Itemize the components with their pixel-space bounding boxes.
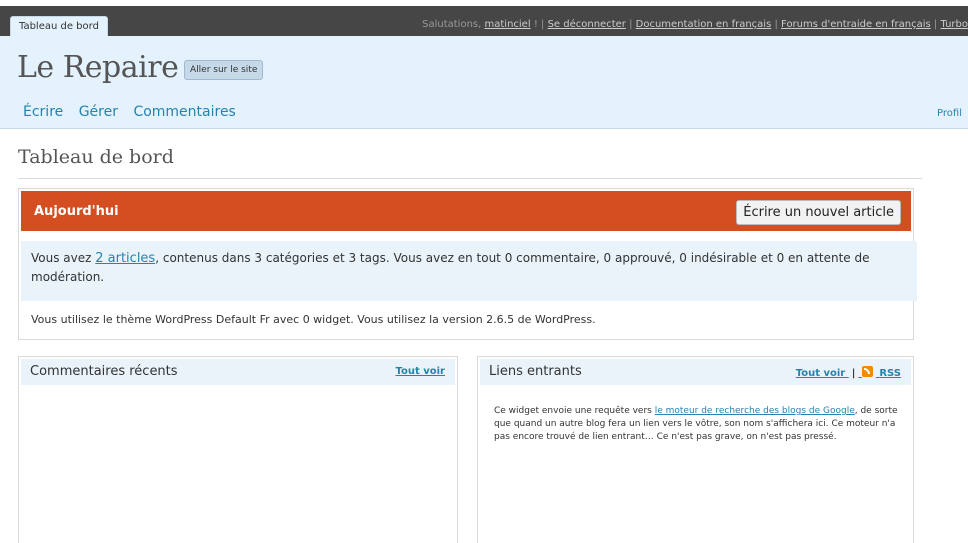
separator: | <box>541 19 545 30</box>
greeting-bang: ! <box>533 19 538 30</box>
greeting-text: Salutations, <box>422 19 482 30</box>
site-title: Le Repaire <box>17 50 179 85</box>
version-info: Vous utilisez le thème WordPress Default… <box>31 313 596 326</box>
divider <box>18 178 922 179</box>
nav-item-comments[interactable]: Commentaires <box>133 104 235 120</box>
new-article-button[interactable]: Écrire un nouvel article <box>736 200 901 225</box>
docs-link[interactable]: Documentation en français <box>636 19 772 30</box>
visit-site-button[interactable]: Aller sur le site <box>184 60 264 80</box>
recent-comments-panel: Commentaires récents Tout voir <box>18 356 458 543</box>
user-links: Salutations, matinciel ! | Se déconnecte… <box>422 19 968 30</box>
separator: | <box>851 368 856 379</box>
today-header: Aujourd'hui Écrire un nouvel article <box>21 191 911 231</box>
view-all-comments-link[interactable]: Tout voir <box>396 366 446 377</box>
dashboard-tab[interactable]: Tableau de bord <box>10 16 108 36</box>
google-blogsearch-link[interactable]: le moteur de recherche des blogs de Goog… <box>655 406 855 416</box>
stats-prefix: Vous avez <box>31 251 96 265</box>
articles-link[interactable]: 2 articles <box>95 251 155 266</box>
separator: | <box>933 19 938 30</box>
nav-item-manage[interactable]: Gérer <box>79 104 118 120</box>
view-all-links-link[interactable]: Tout voir <box>796 368 846 379</box>
page-title: Tableau de bord <box>18 146 174 168</box>
today-box: Aujourd'hui Écrire un nouvel article Vou… <box>18 188 917 340</box>
profile-link[interactable]: Profil <box>937 108 962 119</box>
panel-header: Liens entrants Tout voir | RSS <box>480 359 911 385</box>
main-nav: Écrire Gérer Commentaires <box>23 104 247 120</box>
username-link[interactable]: matinciel <box>485 19 531 30</box>
stats-suffix: , contenus dans 3 catégories et 3 tags. … <box>31 251 870 284</box>
forums-link[interactable]: Forums d'entraide en français <box>781 19 931 30</box>
site-header: Le Repaire Aller sur le site Écrire Gére… <box>0 36 968 129</box>
incoming-links-panel: Liens entrants Tout voir | RSS Ce widget… <box>477 356 914 543</box>
panel-header: Commentaires récents Tout voir <box>21 359 455 385</box>
logout-link[interactable]: Se déconnecter <box>548 19 626 30</box>
recent-comments-title: Commentaires récents <box>30 364 178 379</box>
incoming-links-text: Ce widget envoie une requête vers le mot… <box>494 405 904 444</box>
nav-item-write[interactable]: Écrire <box>23 104 63 120</box>
today-title: Aujourd'hui <box>34 204 119 219</box>
rss-link[interactable]: RSS <box>879 368 901 379</box>
incoming-prefix: Ce widget envoie une requête vers <box>494 406 655 416</box>
separator: | <box>774 19 778 30</box>
admin-topbar: Tableau de bord Salutations, matinciel !… <box>0 0 968 36</box>
stats-summary: Vous avez 2 articles, contenus dans 3 ca… <box>21 241 917 301</box>
turbo-link[interactable]: Turbo <box>940 19 968 30</box>
separator: | <box>629 19 633 30</box>
incoming-links-title: Liens entrants <box>489 364 582 379</box>
rss-icon[interactable] <box>861 366 873 377</box>
panel-links: Tout voir | RSS <box>796 366 901 379</box>
